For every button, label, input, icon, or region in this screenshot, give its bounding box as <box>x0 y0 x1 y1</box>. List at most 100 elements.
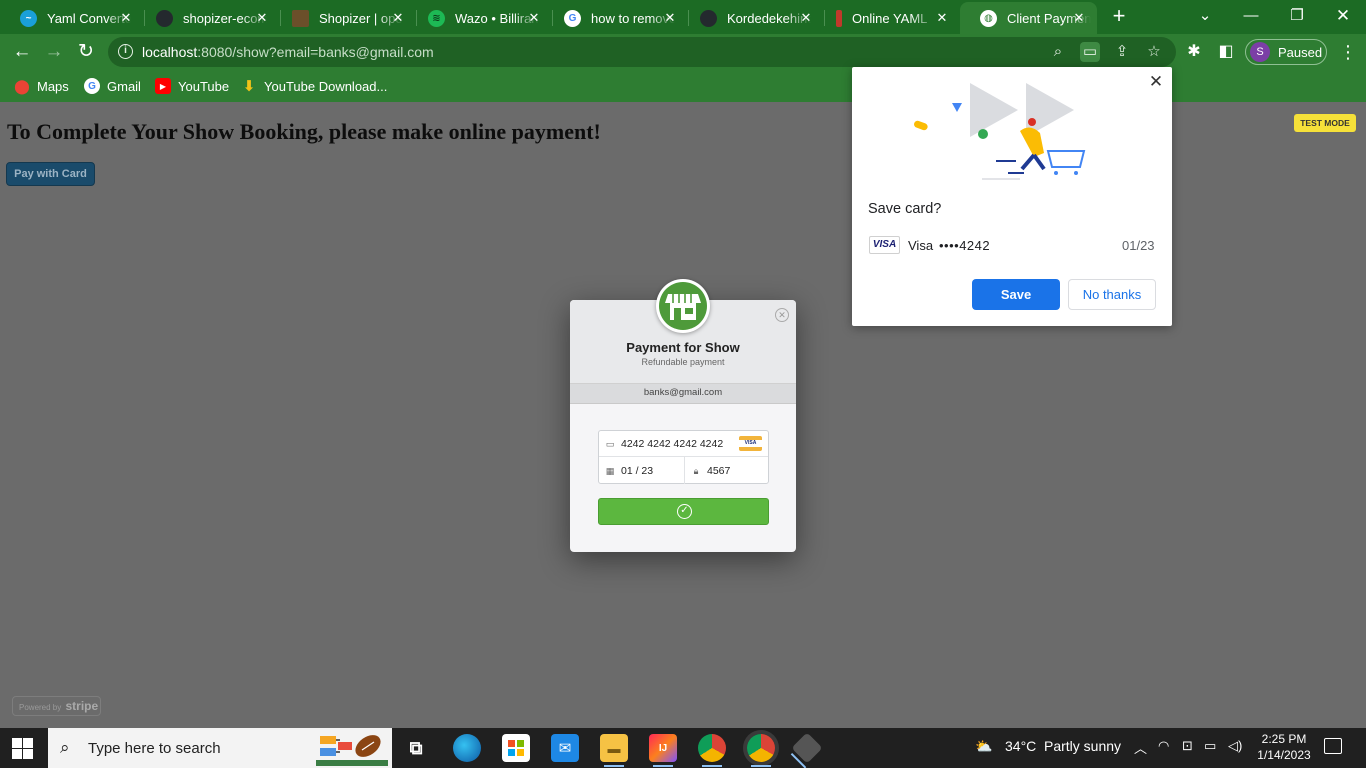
powered-by-stripe-badge[interactable]: Powered by stripe <box>12 696 101 716</box>
share-icon[interactable]: ⇪ <box>1112 42 1132 62</box>
avatar: S <box>1250 42 1270 62</box>
page-heading: To Complete Your Show Booking, please ma… <box>7 119 601 144</box>
browser-toolbar: ← → ↻ i localhost:8080/show?email=banks@… <box>0 34 1366 70</box>
cvc-value: 4567 <box>707 465 731 477</box>
spotify-icon: ≋ <box>428 9 445 27</box>
mail-icon[interactable]: ✉ <box>551 734 579 762</box>
profile-button[interactable]: S Paused <box>1245 39 1327 65</box>
weather-condition[interactable]: Partly sunny <box>1044 738 1121 754</box>
shopping-illustration <box>914 83 1086 180</box>
windows-taskbar: ⌕ Type here to search ⧉ ✉ ▬ IJ ⛅ 34°C Pa… <box>0 728 1366 768</box>
visa-logo-icon: VISA <box>869 236 900 254</box>
store-logo <box>656 279 710 333</box>
card-number-field[interactable]: ▭ 4242 4242 4242 4242 <box>605 431 735 457</box>
side-panel-icon[interactable]: ◧ <box>1215 41 1237 63</box>
file-explorer-icon[interactable]: ▬ <box>600 734 628 767</box>
close-tab-icon[interactable]: ✕ <box>798 10 814 26</box>
address-bar[interactable]: i localhost:8080/show?email=banks@gmail.… <box>108 37 1176 67</box>
git-client-icon[interactable] <box>791 732 823 764</box>
shopizer-icon <box>292 9 309 27</box>
chrome-icon[interactable] <box>698 734 726 767</box>
save-card-close-icon[interactable]: ✕ <box>1147 73 1165 91</box>
close-tab-icon[interactable]: ✕ <box>934 10 950 26</box>
close-tab-icon[interactable]: ✕ <box>390 10 406 26</box>
tab-online-yaml[interactable]: Online YAML ✕ <box>816 2 960 34</box>
wifi-icon[interactable]: ◠ <box>1158 738 1169 754</box>
checkmark-icon: ✓ <box>677 504 692 519</box>
globe-icon: ◍ <box>980 9 997 27</box>
checkout-close-icon[interactable]: ✕ <box>775 308 789 322</box>
reload-button[interactable]: ↻ <box>74 40 98 64</box>
close-tab-icon[interactable]: ✕ <box>526 10 542 26</box>
taskbar-search-box[interactable]: ⌕ Type here to search <box>48 728 392 768</box>
pay-with-card-button[interactable]: Pay with Card <box>6 162 95 186</box>
clock-time: 2:25 PM <box>1261 732 1307 746</box>
calendar-icon: ▦ <box>605 465 615 476</box>
bookmark-gmail[interactable]: G Gmail <box>84 76 141 96</box>
notifications-icon[interactable] <box>1324 738 1342 754</box>
bookmark-youtube[interactable]: ▶ YouTube <box>155 76 229 96</box>
no-thanks-button[interactable]: No thanks <box>1068 279 1156 310</box>
windows-start-button[interactable] <box>12 738 33 759</box>
restore-button[interactable]: ❐ <box>1282 4 1312 28</box>
zoom-icon[interactable]: ⌕ <box>1048 42 1068 62</box>
pay-submit-button[interactable]: ✓ <box>598 498 769 525</box>
weather-temperature[interactable]: 34°C <box>1005 738 1036 754</box>
system-clock[interactable]: 2:25 PM 1/14/2023 <box>1256 731 1312 763</box>
tab-shopizer-github[interactable]: shopizer-ecommerce ✕ <box>136 2 280 34</box>
tab-strip: ~ Yaml Converter ✕ shopizer-ecommerce ✕ … <box>0 0 1366 34</box>
battery-icon[interactable]: ▭ <box>1204 738 1216 754</box>
close-tab-icon[interactable]: ✕ <box>662 10 678 26</box>
card-brand: VISA <box>739 440 762 447</box>
lock-icon: 🔒︎ <box>693 465 699 476</box>
bookmark-youtube-download[interactable]: ⬇ YouTube Download... <box>241 76 388 96</box>
field-divider <box>684 457 685 484</box>
tab-search-chevron-icon[interactable]: ⌄ <box>1190 4 1220 28</box>
profile-status: Paused <box>1278 44 1323 60</box>
card-expiry: 01/23 <box>1122 238 1155 253</box>
tab-shopizer[interactable]: Shopizer | open source ✕ <box>272 2 416 34</box>
search-placeholder: Type here to search <box>88 740 221 757</box>
tab-spotify[interactable]: ≋ Wazo • Billiran ✕ <box>408 2 552 34</box>
forward-button[interactable]: → <box>42 40 66 64</box>
extensions-icon[interactable]: ✱ <box>1183 41 1205 63</box>
new-tab-button[interactable]: + <box>1108 5 1130 27</box>
task-view-icon[interactable]: ⧉ <box>402 734 430 762</box>
save-button[interactable]: Save <box>972 279 1060 310</box>
weather-icon[interactable]: ⛅ <box>975 738 992 755</box>
bookmark-label: Maps <box>37 78 69 94</box>
online-yaml-icon <box>836 9 842 27</box>
cvc-field[interactable]: 🔒︎ 4567 <box>691 458 765 484</box>
site-info-icon[interactable]: i <box>118 44 133 59</box>
intellij-idea-icon[interactable]: IJ <box>649 734 677 767</box>
edge-browser-icon[interactable] <box>453 734 481 762</box>
close-tab-icon[interactable]: ✕ <box>1071 10 1087 26</box>
yaml-converter-icon: ~ <box>20 9 37 27</box>
show-hidden-icons-chevron-icon[interactable]: ︿ <box>1134 738 1147 757</box>
power-mode-icon[interactable]: ⊡ <box>1182 738 1193 754</box>
minimize-button[interactable]: — <box>1236 4 1266 28</box>
microsoft-store-icon[interactable] <box>502 734 530 762</box>
expiry-field[interactable]: ▦ 01 / 23 <box>605 458 683 484</box>
github-icon <box>700 9 717 27</box>
volume-icon[interactable]: ◁) <box>1228 738 1242 754</box>
url-text[interactable]: localhost:8080/show?email=banks@gmail.co… <box>142 44 434 60</box>
back-button[interactable]: ← <box>10 40 34 64</box>
bookmark-star-icon[interactable]: ☆ <box>1144 42 1164 62</box>
stripe-logo: stripe <box>65 699 99 713</box>
checkout-email[interactable]: banks@gmail.com <box>570 384 796 404</box>
bookmark-maps[interactable]: ⬤ Maps <box>14 76 69 96</box>
close-tab-icon[interactable]: ✕ <box>118 10 134 26</box>
save-card-icon[interactable]: ▭ <box>1080 42 1100 62</box>
close-tab-icon[interactable]: ✕ <box>254 10 270 26</box>
tab-google-search[interactable]: G how to remove ✕ <box>544 2 688 34</box>
tab-kordedekehinde[interactable]: Kordedekehinde ✕ <box>680 2 824 34</box>
chrome-profile-icon[interactable] <box>747 734 775 767</box>
menu-kebab-icon[interactable]: ⋮ <box>1339 40 1357 64</box>
close-window-button[interactable]: ✕ <box>1328 4 1358 28</box>
google-icon: G <box>564 9 581 27</box>
tab-yaml-converter[interactable]: ~ Yaml Converter ✕ <box>0 2 144 34</box>
search-icon: ⌕ <box>60 738 70 757</box>
tab-client-payment[interactable]: ◍ Client Payment ✕ <box>960 2 1097 34</box>
card-network: Visa <box>908 238 934 253</box>
